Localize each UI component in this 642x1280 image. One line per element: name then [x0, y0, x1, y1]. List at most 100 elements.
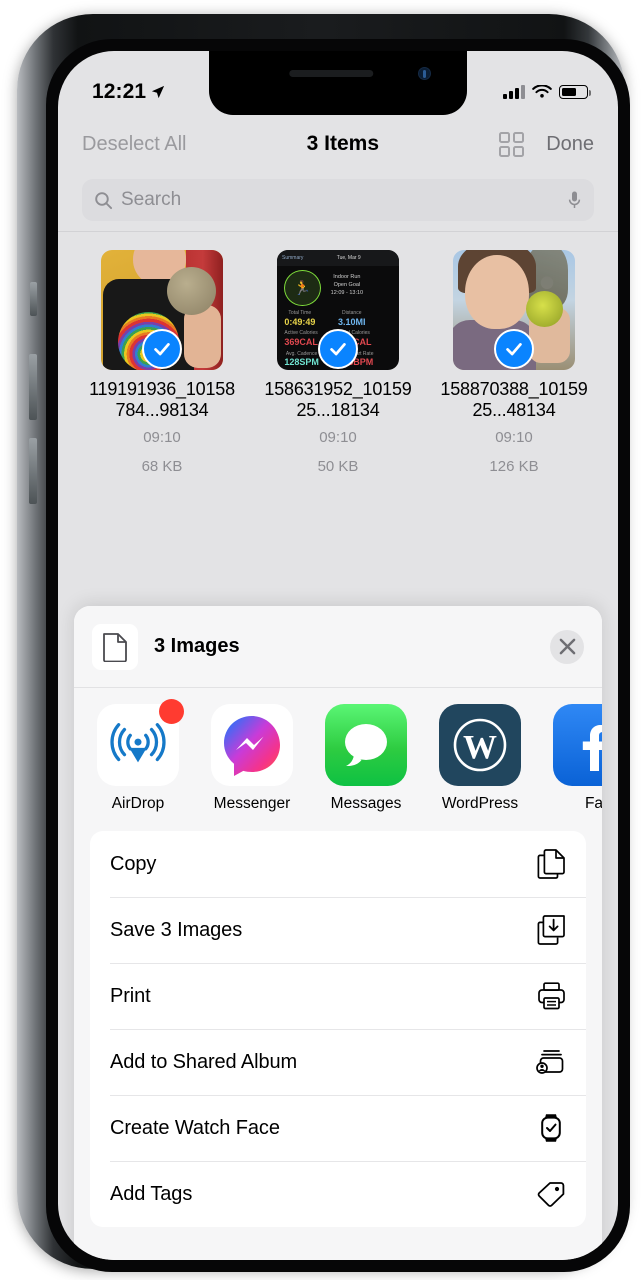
files-nav-bar: Deselect All 3 Items Done: [58, 115, 618, 173]
document-icon: [92, 623, 138, 670]
phone-screen: 12:21 Deselect All 3 Items Done Search 1…: [58, 51, 618, 1260]
action-add-to-shared-album[interactable]: Add to Shared Album: [90, 1029, 586, 1095]
file-size: 126 KB: [489, 457, 539, 475]
silent-switch[interactable]: [30, 282, 37, 316]
thumb-back-label: Summary: [282, 254, 304, 261]
status-bar-right: [503, 84, 591, 100]
share-app-facebook[interactable]: Fa: [546, 704, 602, 813]
share-app-label: Messenger: [213, 795, 291, 812]
action-copy[interactable]: Copy: [90, 831, 586, 897]
file-grid: 119191936_10158784...98134 09:10 68 KB S…: [58, 235, 618, 478]
thumb-workout-goal: Open Goal: [333, 282, 361, 289]
search-icon: [95, 191, 113, 209]
airdrop-icon: [97, 699, 184, 786]
file-size: 68 KB: [141, 457, 183, 475]
volume-up-button[interactable]: [29, 354, 37, 420]
thumb-total-time-label: Total Time: [288, 310, 312, 316]
action-label: Create Watch Face: [110, 1116, 280, 1139]
selected-checkmark-icon: [142, 329, 182, 369]
thumb-workout-type: Indoor Run: [333, 273, 361, 280]
file-time: 09:10: [143, 429, 181, 447]
share-sheet-title: 3 Images: [154, 635, 240, 657]
done-button[interactable]: Done: [546, 133, 594, 156]
share-app-label: Messages: [330, 795, 402, 812]
status-bar-left: 12:21: [92, 80, 165, 104]
list-item[interactable]: Summary Tue, Mar 9 Indoor Run Open Goal …: [263, 250, 413, 478]
thumb-distance-label: Distance: [342, 310, 362, 316]
thumb-active-cal-value: 369CAL: [284, 336, 318, 347]
action-label: Print: [110, 984, 151, 1007]
front-camera: [418, 67, 431, 80]
location-arrow-icon: [152, 85, 165, 99]
copy-icon: [536, 849, 566, 879]
file-thumbnail[interactable]: Summary Tue, Mar 9 Indoor Run Open Goal …: [277, 250, 399, 370]
screenshot-root: 12:21 Deselect All 3 Items Done Search 1…: [0, 0, 642, 1280]
action-add-tags[interactable]: Add Tags: [90, 1161, 586, 1227]
thumb-workout-range: 12:09 - 13:10: [330, 290, 364, 297]
selected-checkmark-icon: [494, 329, 534, 369]
messenger-icon: [211, 704, 293, 786]
thumb-total-time-value: 0:49:49: [284, 316, 316, 327]
save-images-icon: [536, 915, 566, 945]
share-app-label: Fa: [584, 795, 602, 812]
svg-text:W: W: [463, 729, 497, 766]
nav-right-group: Done: [499, 131, 594, 157]
share-sheet-header: 3 Images: [74, 606, 602, 688]
share-app-label: WordPress: [441, 795, 519, 812]
share-app-row[interactable]: AirDrop Messenger Messages W WordPress F…: [74, 688, 602, 823]
share-sheet: 3 Images AirDrop Messenger Messages W Wo…: [74, 606, 602, 1260]
thumb-date-label: Tue, Mar 9: [336, 254, 361, 261]
messages-icon: [325, 704, 407, 786]
share-action-list: Copy Save 3 Images Print Add to Shared A…: [90, 831, 586, 1227]
action-label: Save 3 Images: [110, 918, 243, 941]
search-container: Search: [58, 173, 618, 231]
close-icon[interactable]: [550, 629, 584, 664]
list-item[interactable]: 158870388_1015925...48134 09:10 126 KB: [439, 250, 589, 478]
share-app-messenger[interactable]: Messenger: [204, 704, 300, 813]
earpiece-speaker: [289, 70, 374, 77]
deselect-all-button[interactable]: Deselect All: [82, 133, 187, 156]
shared-album-icon: [536, 1047, 566, 1077]
search-input[interactable]: Search: [82, 179, 594, 221]
share-app-wordpress[interactable]: W WordPress: [432, 704, 528, 813]
printer-icon: [536, 981, 566, 1011]
search-placeholder: Search: [121, 189, 182, 210]
volume-down-button[interactable]: [29, 438, 37, 504]
phone-frame: 12:21 Deselect All 3 Items Done Search 1…: [17, 14, 630, 1272]
file-thumbnail[interactable]: [453, 250, 575, 370]
tag-icon: [536, 1179, 566, 1209]
notification-badge: [159, 699, 184, 724]
watch-icon: [536, 1113, 566, 1143]
thumb-active-cal-label: Active Calories: [284, 330, 318, 337]
wordpress-icon: W: [439, 704, 521, 786]
thumb-distance-value: 3.10MI: [338, 316, 366, 327]
file-thumbnail[interactable]: [101, 250, 223, 370]
file-size: 50 KB: [317, 457, 359, 475]
action-save-images[interactable]: Save 3 Images: [90, 897, 586, 963]
battery-icon: [559, 85, 591, 99]
file-name: 119191936_10158784...98134: [89, 379, 235, 421]
file-time: 09:10: [495, 429, 533, 447]
share-app-messages[interactable]: Messages: [318, 704, 414, 813]
share-app-airdrop[interactable]: AirDrop: [90, 699, 186, 813]
thumb-cadence-label: Avg. Cadence: [285, 350, 318, 357]
file-time: 09:10: [319, 429, 357, 447]
action-label: Add to Shared Album: [110, 1050, 298, 1073]
wifi-icon: [532, 84, 552, 98]
grid-view-icon[interactable]: [499, 131, 525, 157]
page-title: 3 Items: [306, 132, 380, 155]
share-app-label: AirDrop: [111, 795, 165, 812]
nav-divider: [58, 231, 618, 232]
action-print[interactable]: Print: [90, 963, 586, 1029]
facebook-icon: [553, 704, 602, 786]
list-item[interactable]: 119191936_10158784...98134 09:10 68 KB: [87, 250, 237, 478]
cellular-signal-icon: [503, 85, 525, 99]
action-create-watch-face[interactable]: Create Watch Face: [90, 1095, 586, 1161]
microphone-icon[interactable]: [567, 190, 582, 210]
thumb-cadence-value: 128SPM: [284, 357, 319, 368]
selected-checkmark-icon: [318, 329, 358, 369]
action-label: Copy: [110, 852, 157, 875]
notch: [209, 51, 467, 115]
action-label: Add Tags: [110, 1182, 193, 1205]
file-name: 158631952_1015925...18134: [264, 379, 412, 421]
